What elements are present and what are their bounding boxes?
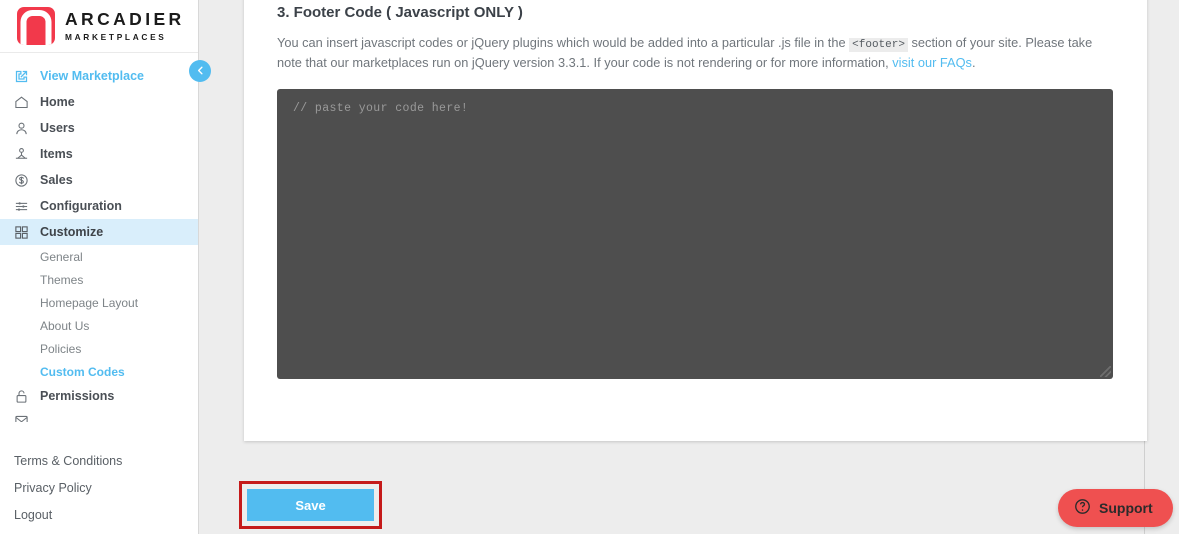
sidebar-subitem-homepage-layout[interactable]: Homepage Layout — [0, 291, 198, 314]
support-button-label: Support — [1099, 500, 1153, 516]
code-editor-placeholder: // paste your code here! — [293, 101, 469, 115]
link-logout[interactable]: Logout — [14, 508, 198, 522]
brand-tagline: MARKETPLACES — [65, 31, 167, 42]
sidebar-item-clipped[interactable] — [0, 409, 198, 422]
sidebar-item-configuration[interactable]: Configuration — [0, 193, 198, 219]
sidebar-item-view-marketplace[interactable]: View Marketplace — [0, 63, 198, 89]
sidebar-subitem-themes[interactable]: Themes — [0, 268, 198, 291]
chevron-left-icon — [195, 64, 206, 79]
faq-link[interactable]: visit our FAQs — [892, 55, 972, 70]
support-button[interactable]: Support — [1058, 489, 1173, 527]
description-text-part1: You can insert javascript codes or jQuer… — [277, 35, 850, 50]
sidebar-subitem-label: Policies — [40, 341, 82, 356]
brand-name: ARCADIER — [65, 9, 185, 30]
grid-icon — [14, 224, 34, 240]
items-icon — [14, 146, 34, 162]
arcadier-logo-icon — [17, 7, 55, 45]
envelope-icon — [14, 412, 34, 422]
sidebar-item-label: Customize — [40, 224, 104, 239]
sidebar-subitem-custom-codes[interactable]: Custom Codes — [0, 360, 198, 383]
dollar-circle-icon — [14, 172, 34, 188]
sidebar: ARCADIER MARKETPLACES View Marketplace H… — [0, 0, 199, 534]
sidebar-item-sales[interactable]: Sales — [0, 167, 198, 193]
user-icon — [14, 120, 34, 136]
lock-icon — [14, 388, 34, 404]
brand-text: ARCADIER MARKETPLACES — [65, 11, 185, 41]
sidebar-subitem-label: Custom Codes — [40, 364, 125, 379]
footer-code-editor[interactable]: // paste your code here! — [277, 88, 1113, 379]
sidebar-nav: View Marketplace Home Users Items Sales … — [0, 53, 198, 422]
sidebar-item-items[interactable]: Items — [0, 141, 198, 167]
link-privacy-policy[interactable]: Privacy Policy — [14, 481, 198, 495]
sidebar-item-customize[interactable]: Customize — [0, 219, 198, 245]
sidebar-item-label: Users — [40, 120, 75, 135]
section-description: You can insert javascript codes or jQuer… — [277, 34, 1097, 72]
home-icon — [14, 94, 34, 110]
page-title: 3. Footer Code ( Javascript ONLY ) — [277, 4, 523, 21]
sidebar-item-label: Sales — [40, 172, 73, 187]
footer-code-card: 3. Footer Code ( Javascript ONLY ) You c… — [244, 0, 1147, 441]
sidebar-item-clipped-row — [0, 409, 198, 422]
description-text-part3: . — [971, 54, 976, 70]
sidebar-item-label: View Marketplace — [40, 68, 144, 83]
sidebar-item-label: Home — [40, 94, 75, 109]
sidebar-item-label: Permissions — [40, 388, 115, 403]
sidebar-subitem-about-us[interactable]: About Us — [0, 314, 198, 337]
page-root: ARCADIER MARKETPLACES View Marketplace H… — [0, 0, 1179, 534]
sidebar-subitem-general[interactable]: General — [0, 245, 198, 268]
sidebar-footer-links: Terms & Conditions Privacy Policy Logout — [0, 441, 198, 534]
sidebar-item-users[interactable]: Users — [0, 115, 198, 141]
sidebar-subitem-label: Homepage Layout — [40, 295, 139, 310]
footer-tag-code: <footer> — [849, 38, 908, 52]
save-button[interactable]: Save — [247, 489, 374, 521]
sidebar-item-label: Items — [40, 146, 73, 161]
main-content: 3. Footer Code ( Javascript ONLY ) You c… — [199, 0, 1179, 534]
sidebar-subitem-policies[interactable]: Policies — [0, 337, 198, 360]
sidebar-collapse-button[interactable] — [189, 60, 211, 82]
sidebar-item-permissions[interactable]: Permissions — [0, 383, 198, 409]
link-terms-conditions[interactable]: Terms & Conditions — [14, 454, 198, 468]
editor-resize-handle[interactable] — [1100, 365, 1111, 377]
sidebar-subitem-label: About Us — [40, 318, 90, 333]
question-circle-icon — [1074, 498, 1091, 518]
sidebar-item-home[interactable]: Home — [0, 89, 198, 115]
brand-logo[interactable]: ARCADIER MARKETPLACES — [0, 0, 198, 53]
sidebar-subitem-label: General — [40, 249, 83, 264]
external-link-icon — [14, 68, 34, 84]
sliders-icon — [14, 198, 34, 214]
sidebar-item-label: Configuration — [40, 198, 122, 213]
sidebar-subitem-label: Themes — [40, 272, 84, 287]
